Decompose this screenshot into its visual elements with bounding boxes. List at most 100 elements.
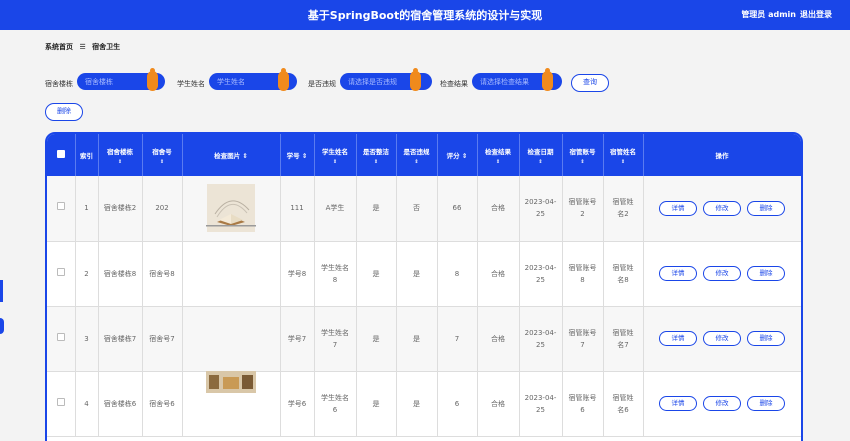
cell-student-name: A学生	[314, 176, 357, 242]
cell-mgr-name: 宿管姓名2	[603, 176, 644, 242]
cell-image	[182, 370, 281, 437]
edit-button[interactable]: 修改	[703, 396, 741, 411]
breadcrumb-home[interactable]: 系统首页	[45, 43, 73, 51]
cell-tidy: 是	[356, 241, 397, 307]
sort-icon[interactable]: ⇕	[315, 159, 356, 165]
row-checkbox[interactable]	[47, 306, 76, 372]
logout-link[interactable]: 退出登录	[800, 9, 832, 20]
cell-room: 宿舍号7	[142, 306, 183, 372]
table-header-row: 索引 宿舍楼栋 ⇕ 宿舍号 ⇕ 检查图片 ⇕ 学号 ⇕ 学生姓名 ⇕ 是否整洁 ⇕ 是否…	[47, 134, 801, 176]
row-checkbox[interactable]	[47, 371, 76, 437]
detail-button[interactable]: 详情	[659, 266, 697, 281]
col-violation[interactable]: 是否违规 ⇕	[396, 134, 438, 176]
table-row: 2 宿舍楼栋8 宿舍号8 学号8 学生姓名8 是是 8 合格 2023-04-25 宿管账号8 宿管…	[47, 224, 801, 307]
delete-button[interactable]: 删除	[747, 396, 785, 411]
cell-mgr-account: 宿管账号2	[562, 176, 604, 242]
col-mgr-account[interactable]: 宿管账号 ⇕	[562, 134, 604, 176]
filter-label-violation: 是否违规	[308, 80, 336, 88]
table-row: 1 宿舍楼栋2 202 111 A学生是否 66 合格 2023-04-25 宿管账号2 宿管姓名…	[47, 176, 801, 242]
sort-icon[interactable]: ⇕	[462, 152, 467, 160]
cell-actions: 详情 修改 删除	[643, 241, 801, 307]
cell-score: 66	[437, 176, 478, 242]
filter-label-student: 学生姓名	[177, 80, 205, 88]
cell-student-name: 学生姓名6	[314, 371, 357, 437]
delete-button[interactable]: 删除	[747, 266, 785, 281]
filter-label-building: 宿舍楼栋	[45, 80, 73, 88]
cell-index: 3	[75, 306, 99, 372]
sort-icon[interactable]: ⇕	[242, 152, 247, 160]
orange-knob-icon	[542, 68, 553, 91]
cell-building: 宿舍楼栋2	[98, 176, 143, 242]
cell-room: 宿舍号6	[142, 371, 183, 437]
cell-student-name: 学生姓名7	[314, 306, 357, 372]
sort-icon[interactable]: ⇕	[99, 159, 142, 165]
sort-icon[interactable]: ⇕	[563, 159, 603, 165]
orange-knob-icon	[147, 68, 158, 91]
col-student-no[interactable]: 学号 ⇕	[280, 134, 315, 176]
delete-button[interactable]: 删除	[747, 200, 785, 216]
col-index: 索引	[75, 134, 99, 176]
select-all-checkbox[interactable]	[47, 134, 76, 176]
detail-button[interactable]: 详情	[659, 200, 697, 216]
inspection-photo[interactable]	[206, 370, 256, 393]
query-button[interactable]: 查询	[571, 74, 609, 92]
table-row: 4 宿舍楼栋6 宿舍号6 学号6 学生姓名6 是是 6 合格 2023-04-25 宿管账号6 宿管…	[47, 370, 801, 437]
edit-button[interactable]: 修改	[703, 266, 741, 281]
col-student-name[interactable]: 学生姓名 ⇕	[314, 134, 357, 176]
col-actions: 操作	[643, 134, 801, 176]
col-room[interactable]: 宿舍号 ⇕	[142, 134, 183, 176]
sort-icon[interactable]: ⇕	[520, 159, 562, 165]
cell-actions: 详情 修改 删除	[643, 371, 801, 437]
cell-violation: 是	[396, 306, 438, 372]
cell-date: 2023-04-25	[519, 371, 563, 437]
row-checkbox[interactable]	[47, 176, 76, 242]
table-row: 3 宿舍楼栋7 宿舍号7 学号7 学生姓名7 是是 7 合格 2023-04-25 宿管账号7 宿管…	[47, 306, 801, 372]
cell-student-no: 学号8	[280, 241, 315, 307]
batch-delete-button[interactable]: 删除	[45, 103, 83, 121]
edit-button[interactable]: 修改	[703, 200, 741, 216]
cell-mgr-account: 宿管账号8	[562, 241, 604, 307]
cell-index: 1	[75, 176, 99, 242]
cell-building: 宿舍楼栋7	[98, 306, 143, 372]
inspection-photo[interactable]	[206, 223, 256, 273]
sort-icon[interactable]: ⇕	[397, 159, 437, 165]
cell-actions: 详情 修改 删除	[643, 176, 801, 242]
cell-score: 8	[437, 241, 478, 307]
col-image[interactable]: 检查图片 ⇕	[182, 134, 281, 176]
sort-icon[interactable]: ⇕	[143, 159, 182, 165]
sidebar-collapse-strip[interactable]	[0, 280, 3, 302]
col-mgr-name[interactable]: 宿管姓名 ⇕	[603, 134, 644, 176]
sort-icon[interactable]: ⇕	[478, 159, 519, 165]
cell-score: 6	[437, 371, 478, 437]
cell-image	[182, 224, 281, 307]
delete-button[interactable]: 删除	[747, 331, 785, 346]
cell-date: 2023-04-25	[519, 306, 563, 372]
col-date[interactable]: 检查日期 ⇕	[519, 134, 563, 176]
detail-button[interactable]: 详情	[659, 331, 697, 346]
menu-icon: ☰	[79, 43, 86, 51]
data-table: 索引 宿舍楼栋 ⇕ 宿舍号 ⇕ 检查图片 ⇕ 学号 ⇕ 学生姓名 ⇕ 是否整洁 ⇕ 是否…	[45, 132, 803, 441]
col-score[interactable]: 评分 ⇕	[437, 134, 478, 176]
sort-icon[interactable]: ⇕	[357, 159, 396, 165]
col-tidy[interactable]: 是否整洁 ⇕	[356, 134, 397, 176]
sort-icon[interactable]: ⇕	[302, 152, 307, 160]
row-checkbox[interactable]	[47, 241, 76, 307]
cell-building: 宿舍楼栋6	[98, 371, 143, 437]
cell-date: 2023-04-25	[519, 176, 563, 242]
cell-violation: 是	[396, 371, 438, 437]
cell-mgr-name: 宿管姓名6	[603, 371, 644, 437]
orange-knob-icon	[278, 68, 289, 91]
edit-button[interactable]: 修改	[703, 331, 741, 346]
col-result[interactable]: 检查结果 ⇕	[477, 134, 520, 176]
sort-icon[interactable]: ⇕	[604, 159, 643, 165]
breadcrumb: 系统首页 ☰ 宿舍卫生	[45, 42, 124, 52]
sidebar-toggle-handle[interactable]	[0, 318, 4, 334]
detail-button[interactable]: 详情	[659, 396, 697, 411]
cell-result: 合格	[477, 176, 520, 242]
col-building[interactable]: 宿舍楼栋 ⇕	[98, 134, 143, 176]
cell-mgr-account: 宿管账号6	[562, 371, 604, 437]
cell-student-no: 111	[280, 176, 315, 242]
cell-student-name: 学生姓名8	[314, 241, 357, 307]
cell-result: 合格	[477, 241, 520, 307]
cell-violation: 是	[396, 241, 438, 307]
